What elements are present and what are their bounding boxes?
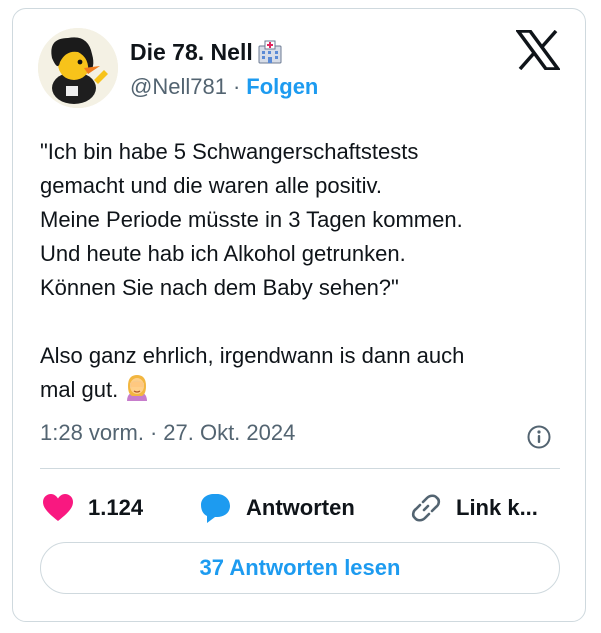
hospital-icon [258,40,282,64]
reply-button[interactable]: Antworten [198,490,355,526]
reply-bubble-icon [201,494,230,523]
tweet-line: Also ganz ehrlich, irgendwann is dann au… [40,343,465,368]
tweet-line: mal gut. [40,377,119,402]
read-replies-button[interactable]: 37 Antworten lesen [40,542,560,594]
tweet-line: Und heute hab ich Alkohol getrunken. [40,241,406,266]
reply-label: Antworten [246,495,355,520]
author-handle[interactable]: @Nell781 [130,74,227,100]
tweet-line: Können Sie nach dem Baby sehen?" [40,275,399,300]
follow-button[interactable]: Folgen [246,74,318,100]
like-button[interactable]: 1.124 [42,490,143,526]
duck-avatar-icon [38,28,118,108]
tweet-line: "Ich bin habe 5 Schwangerschaftstests [40,139,419,164]
link-label: Link k... [456,495,538,520]
link-icon [411,494,441,522]
heart-icon [43,494,73,521]
facepalm-emoji-icon [127,375,148,401]
tweet-time: 1:28 vorm. [40,420,144,445]
info-icon[interactable] [526,424,552,450]
meta-separator: · [149,420,158,445]
tweet-line: Meine Periode müsste in 3 Tagen kommen. [40,207,463,232]
tweet-date: 27. Okt. 2024 [163,420,296,445]
tweet-last-line: mal gut. [40,373,565,407]
tweet-text: "Ich bin habe 5 Schwangerschaftstests ge… [40,135,565,407]
like-count: 1.124 [88,495,144,520]
tweet-meta[interactable]: 1:28 vorm. · 27. Okt. 2024 [40,420,295,446]
author-name-row: Die 78. Nell [130,38,283,66]
display-name[interactable]: Die 78. Nell [130,39,253,66]
avatar[interactable] [38,28,118,108]
handle-separator: · [232,74,241,99]
x-logo-icon[interactable] [516,30,560,70]
divider [40,468,560,469]
copy-link-button[interactable]: Link k... [410,490,538,526]
author-handle-row: @Nell781 · Folgen [130,74,318,100]
read-replies-label: 37 Antworten lesen [199,555,401,580]
tweet-line: gemacht und die waren alle positiv. [40,173,383,198]
